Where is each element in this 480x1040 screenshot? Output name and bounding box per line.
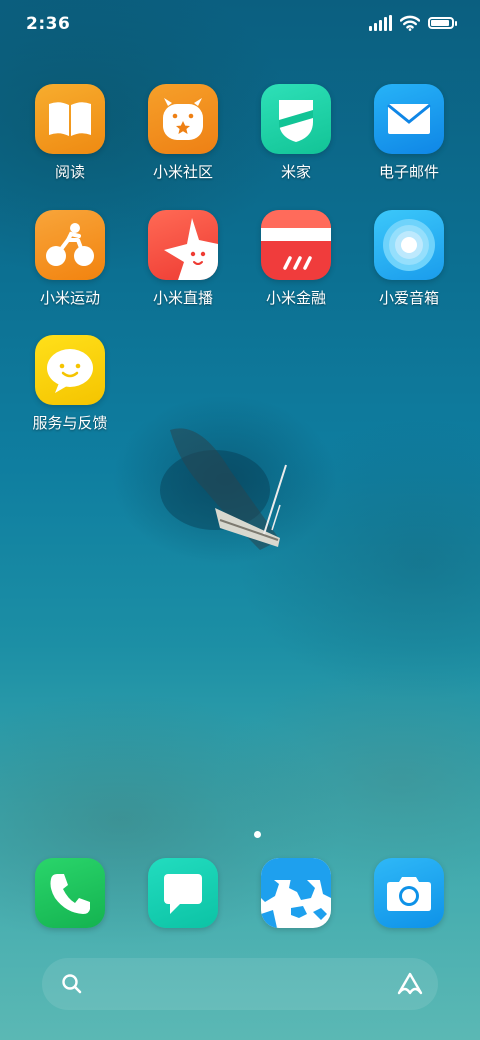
globe-map-icon xyxy=(261,858,331,928)
app-label: 电子邮件 xyxy=(378,163,439,181)
assistant-icon[interactable] xyxy=(396,971,424,997)
battery-icon xyxy=(428,17,457,29)
app-label: 小米直播 xyxy=(152,289,213,307)
app-mijia[interactable]: 米家 xyxy=(240,84,352,182)
speaker-rings-icon xyxy=(374,210,444,280)
app-xiaoai-speaker[interactable]: 小爱音箱 xyxy=(353,210,465,308)
search-icon[interactable] xyxy=(60,972,84,996)
phone-icon xyxy=(35,858,105,928)
dock-phone[interactable] xyxy=(14,858,126,928)
mi-community-icon xyxy=(148,84,218,154)
book-icon xyxy=(35,84,105,154)
app-label: 小米社区 xyxy=(152,163,213,181)
app-mi-finance[interactable]: 小米金融 xyxy=(240,210,352,308)
battery-fill xyxy=(431,20,449,26)
wallpaper-shipwreck xyxy=(160,428,287,550)
app-mi-sport[interactable]: 小米运动 xyxy=(14,210,126,308)
wifi-icon xyxy=(400,15,420,31)
search-bar[interactable] xyxy=(42,958,438,1010)
app-email[interactable]: 电子邮件 xyxy=(353,84,465,182)
dock-messages[interactable] xyxy=(127,858,239,928)
app-label: 米家 xyxy=(280,163,311,181)
app-label: 服务与反馈 xyxy=(32,414,108,432)
camera-icon xyxy=(374,858,444,928)
finance-card-icon xyxy=(261,210,331,280)
status-icons xyxy=(369,15,457,31)
app-mi-live[interactable]: 小米直播 xyxy=(127,210,239,308)
app-label: 小米运动 xyxy=(39,289,100,307)
app-reading[interactable]: 阅读 xyxy=(14,84,126,182)
page-indicator-dot[interactable] xyxy=(254,831,261,838)
mijia-icon xyxy=(261,84,331,154)
app-label: 小爱音箱 xyxy=(378,289,439,307)
app-label: 阅读 xyxy=(54,163,85,181)
app-mi-community[interactable]: 小米社区 xyxy=(127,84,239,182)
mail-icon xyxy=(374,84,444,154)
live-star-icon xyxy=(148,210,218,280)
dock-globe-map[interactable] xyxy=(240,858,352,928)
app-label: 小米金融 xyxy=(265,289,326,307)
bicycle-icon xyxy=(35,210,105,280)
dock-camera[interactable] xyxy=(353,858,465,928)
smiley-chat-icon xyxy=(35,335,105,405)
cellular-signal-icon xyxy=(369,15,392,31)
app-service-feedback[interactable]: 服务与反馈 xyxy=(14,335,126,433)
clock: 2:36 xyxy=(26,14,71,34)
status-bar: 2:36 xyxy=(0,0,480,48)
message-icon xyxy=(148,858,218,928)
